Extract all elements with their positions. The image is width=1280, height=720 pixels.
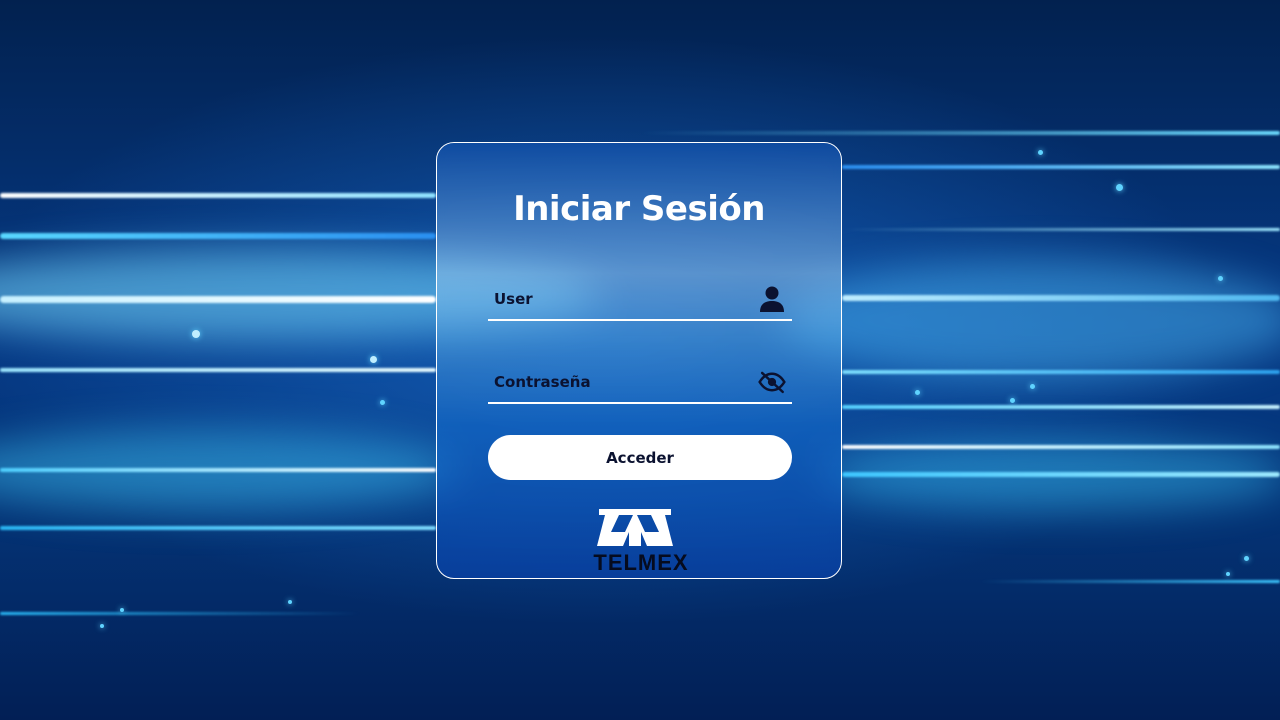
password-field — [488, 364, 792, 404]
light-particle — [1226, 572, 1230, 576]
user-field — [488, 281, 792, 321]
light-streak — [842, 228, 1280, 231]
light-streak — [0, 526, 436, 530]
light-streak — [0, 233, 436, 239]
light-particle — [1010, 398, 1015, 403]
light-particle — [288, 600, 292, 604]
light-streak — [842, 405, 1280, 409]
background-glow — [780, 260, 1280, 380]
light-particle — [120, 608, 124, 612]
light-streak — [0, 468, 436, 472]
login-card: Iniciar Sesión Acceder TELMEX — [436, 142, 842, 579]
light-particle — [370, 356, 377, 363]
light-streak — [980, 580, 1280, 583]
light-particle — [1218, 276, 1223, 281]
light-streak — [0, 193, 436, 198]
light-particle — [380, 400, 385, 405]
light-streak — [842, 165, 1280, 169]
user-input[interactable] — [488, 281, 738, 317]
light-particle — [1038, 150, 1043, 155]
telmex-logo: TELMEX — [571, 508, 711, 578]
user-icon — [758, 285, 786, 313]
light-particle — [192, 330, 200, 338]
light-particle — [1030, 384, 1035, 389]
login-button[interactable]: Acceder — [488, 435, 792, 480]
light-particle — [1244, 556, 1249, 561]
light-streak — [0, 368, 436, 372]
light-streak — [842, 445, 1280, 449]
light-particle — [915, 390, 920, 395]
light-streak — [842, 472, 1280, 477]
telmex-logo-mark — [597, 509, 673, 546]
light-particle — [100, 624, 104, 628]
light-streak — [640, 131, 1280, 135]
light-streak — [842, 295, 1280, 301]
light-streak — [0, 612, 360, 615]
light-streak — [842, 370, 1280, 374]
eye-off-icon[interactable] — [758, 368, 786, 396]
light-particle — [1116, 184, 1123, 191]
light-streak — [0, 296, 436, 303]
telmex-logo-text: TELMEX — [593, 550, 689, 575]
login-title: Iniciar Sesión — [513, 189, 765, 229]
password-input[interactable] — [488, 364, 738, 400]
